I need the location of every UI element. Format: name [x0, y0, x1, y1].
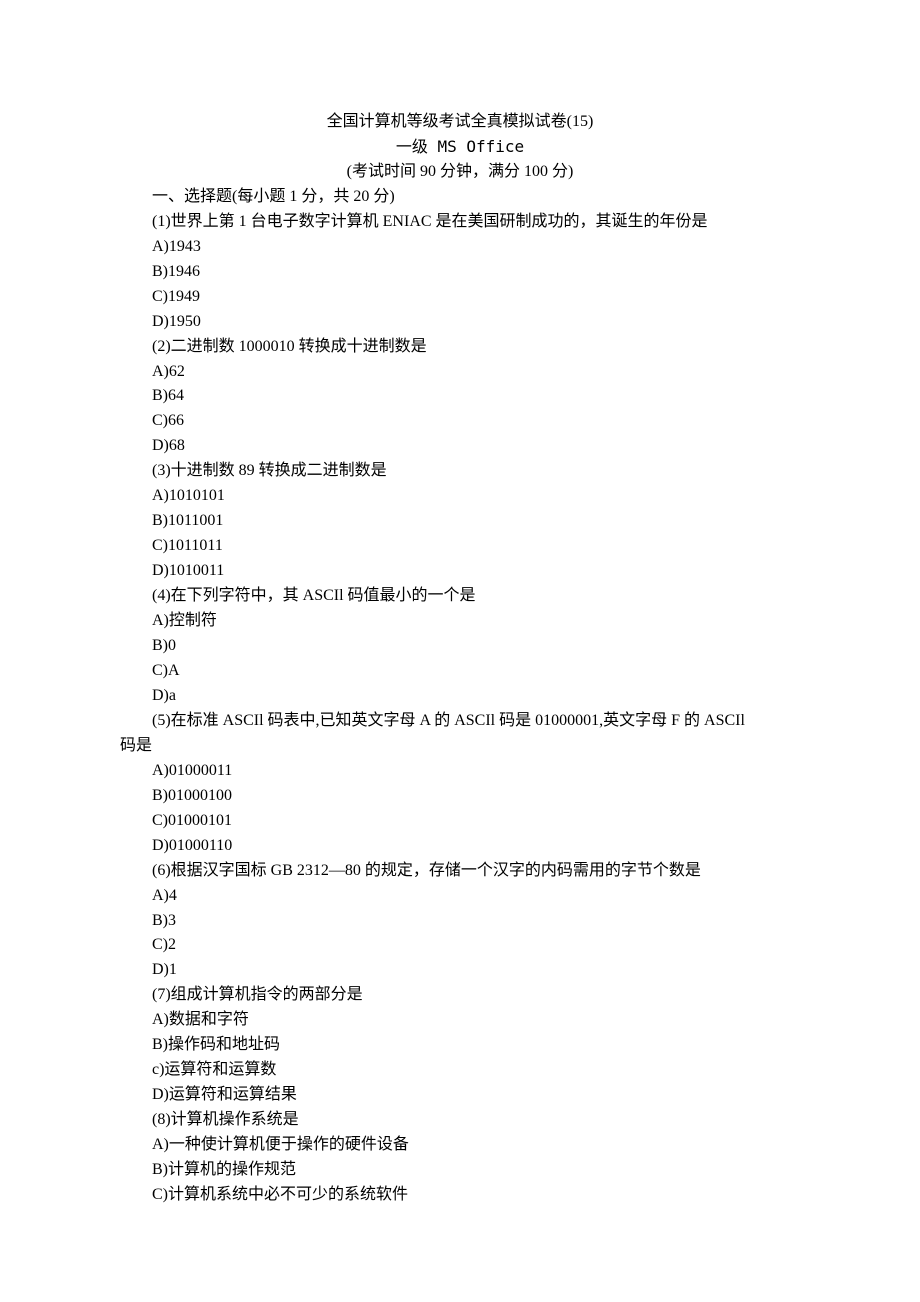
answer-option: A)1010101 [120, 484, 800, 509]
answer-option: D)01000110 [120, 834, 800, 859]
answer-option: C)A [120, 659, 800, 684]
question-prompt: (2)二进制数 1000010 转换成十进制数是 [120, 335, 800, 360]
question-prompt: (3)十进制数 89 转换成二进制数是 [120, 459, 800, 484]
answer-option: C)1011011 [120, 534, 800, 559]
question-prompt: (5)在标准 ASCIl 码表中,已知英文字母 A 的 ASCIl 码是 010… [120, 709, 800, 734]
answer-option: C)2 [120, 933, 800, 958]
answer-option: c)运算符和运算数 [120, 1058, 800, 1083]
question-prompt: (6)根据汉字国标 GB 2312—80 的规定，存储一个汉字的内码需用的字节个… [120, 859, 800, 884]
answer-option: B)0 [120, 634, 800, 659]
answer-option: D)1010011 [120, 559, 800, 584]
answer-option: A)1943 [120, 235, 800, 260]
answer-option: A)一种使计算机便于操作的硬件设备 [120, 1133, 800, 1158]
answer-option: B)1946 [120, 260, 800, 285]
doc-subtitle: 一级 MS Office [120, 135, 800, 160]
answer-option: D)1950 [120, 310, 800, 335]
answer-option: A)62 [120, 360, 800, 385]
answer-option: B)01000100 [120, 784, 800, 809]
answer-option: D)运算符和运算结果 [120, 1083, 800, 1108]
question-prompt: (8)计算机操作系统是 [120, 1108, 800, 1133]
answer-option: B)3 [120, 909, 800, 934]
question-prompt: (4)在下列字符中，其 ASCIl 码值最小的一个是 [120, 584, 800, 609]
answer-option: D)68 [120, 434, 800, 459]
answer-option: D)1 [120, 958, 800, 983]
answer-option: B)1011001 [120, 509, 800, 534]
answer-option: B)64 [120, 384, 800, 409]
answer-option: A)控制符 [120, 609, 800, 634]
question-prompt-cont: 码是 [120, 734, 800, 759]
doc-info: (考试时间 90 分钟，满分 100 分) [120, 160, 800, 185]
answer-option: B)操作码和地址码 [120, 1033, 800, 1058]
doc-title: 全国计算机等级考试全真模拟试卷(15) [120, 110, 800, 135]
answer-option: A)01000011 [120, 759, 800, 784]
answer-option: C)01000101 [120, 809, 800, 834]
answer-option: C)66 [120, 409, 800, 434]
question-prompt: (7)组成计算机指令的两部分是 [120, 983, 800, 1008]
answer-option: A)数据和字符 [120, 1008, 800, 1033]
section-heading: 一、选择题(每小题 1 分，共 20 分) [120, 185, 800, 210]
answer-option: A)4 [120, 884, 800, 909]
question-prompt: (1)世界上第 1 台电子数字计算机 ENIAC 是在美国研制成功的，其诞生的年… [120, 210, 800, 235]
answer-option: C)1949 [120, 285, 800, 310]
answer-option: D)a [120, 684, 800, 709]
answer-option: C)计算机系统中必不可少的系统软件 [120, 1183, 800, 1208]
answer-option: B)计算机的操作规范 [120, 1158, 800, 1183]
document-page: 全国计算机等级考试全真模拟试卷(15) 一级 MS Office (考试时间 9… [0, 0, 920, 1302]
